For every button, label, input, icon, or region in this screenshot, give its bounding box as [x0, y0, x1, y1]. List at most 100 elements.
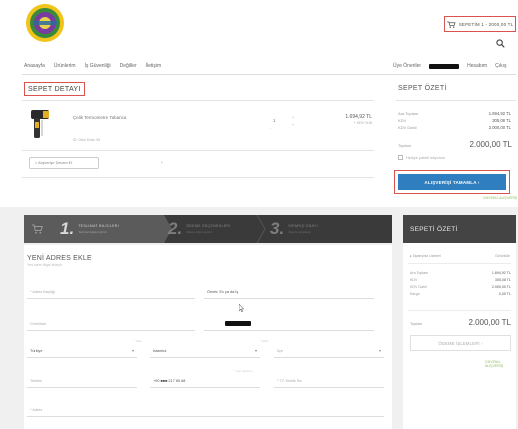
step-subtitle: Teslimat bilgileri giriniz [78, 230, 107, 234]
checkbox-box[interactable] [398, 155, 403, 160]
nav-item-home[interactable]: Anasayfa [24, 63, 45, 69]
quantity-stepper[interactable]: + + [290, 115, 296, 131]
step-confirm[interactable]: 3. SİPARİŞ ONAYI Sipariş onaylama [270, 215, 318, 243]
district-value: İlçe [277, 348, 283, 353]
checkout-steps: 1. TESLİMAT BİLGİLERİ Teslimat bilgileri… [24, 215, 392, 243]
product-image[interactable] [29, 108, 51, 142]
summary-row-value: 0,00 TL [498, 292, 511, 296]
nav-item-other[interactable]: Değiller [120, 63, 137, 69]
order-list-toggle[interactable]: ▸ Siparişiniz Listeleri Görüntüle [410, 254, 510, 258]
country-value: Türkiye [30, 348, 43, 353]
cursor-icon [239, 304, 244, 312]
country-mini-label: * Ülke [134, 339, 142, 343]
address-field[interactable]: * Adres [27, 403, 384, 417]
tc-id-field[interactable]: * TC Kimlik No [274, 374, 384, 388]
step-title: ÖDEME SEÇENEKLERİ [186, 224, 231, 228]
account-link[interactable]: Hesabım [467, 63, 487, 69]
phone-field[interactable]: Telefon [27, 374, 137, 388]
summary-row-value: 2.000,00 TL [488, 125, 511, 130]
product-code: ID: Ürün Kodu 95 [73, 138, 101, 142]
quantity-minus[interactable]: - [270, 125, 271, 130]
gift-wrap-checkbox[interactable]: Hediye paketi istiyorum [398, 155, 445, 160]
summary-row: KDV Dahil 2.000,00 TL [398, 125, 511, 130]
summary-row-label: KDV [410, 278, 418, 282]
summary-row-value: 1.694,92 TL [491, 271, 511, 275]
step-payment[interactable]: 2. ÖDEME SEÇENEKLERİ Ödeme tipini seçini… [168, 215, 231, 243]
summary-row: Ara Toplam 1.694,92 TL [398, 111, 511, 116]
checkout-page: 1. TESLİMAT BİLGİLERİ Teslimat bilgileri… [0, 207, 518, 429]
order-list-view-link[interactable]: Görüntüle [495, 254, 510, 258]
product-name[interactable]: Çelik Termometre Tabanca [73, 115, 126, 120]
quantity-value[interactable]: 1 [273, 118, 276, 123]
summary-row: KDV 305,08 TL [398, 118, 511, 123]
cart-button[interactable]: SEPETİM 1 - 2000,00 TL [444, 16, 516, 32]
nav-divider [22, 74, 516, 75]
form-subtitle: Yeni adres bilgisi ekleyin. [27, 263, 63, 267]
cart-divider [22, 100, 374, 101]
summary-row-value: 1.694,92 TL [488, 111, 511, 116]
summary-total-value: 2.000,00 TL [468, 318, 511, 327]
summary-row: Kargo 0,00 TL [410, 292, 511, 296]
continue-shopping-button[interactable]: < Alışverişe Devam Et [29, 157, 99, 169]
summary-row: Ara Toplam 1.694,92 TL [410, 271, 511, 275]
summary-row: KDV 305,08 TL [410, 278, 511, 282]
summary-divider [408, 310, 511, 311]
summary-divider [396, 100, 516, 101]
logo[interactable] [25, 3, 65, 43]
summary-row-label: Ara Toplam [410, 271, 429, 275]
step-delivery[interactable]: 1. TESLİMAT BİLGİLERİ Teslimat bilgileri… [60, 215, 119, 243]
country-select[interactable]: Türkiye ▾ [27, 344, 137, 358]
quantity-down[interactable]: + [290, 122, 296, 129]
step-number: 3. [270, 219, 285, 238]
nav-item-products[interactable]: Ürünlerim [54, 63, 76, 69]
shopping-cart-icon [32, 224, 43, 234]
secure-shopping-badge: GÜVENLİ ALIŞVERİŞ [485, 360, 504, 368]
redacted-username [429, 63, 460, 69]
summary-row-label: KDV [398, 118, 407, 123]
checkout-summary: SEPETİ ÖZETİ ▸ Siparişiniz Listeleri Gör… [403, 215, 516, 429]
summary-row-label: Ara Toplam [398, 111, 419, 116]
form-title: YENİ ADRES EKLE [27, 255, 92, 262]
user-nav: Üye Öneriler Hesabım Çıkış [393, 63, 506, 69]
summary-row-label: KDV Dahil [410, 285, 427, 289]
summary-total-value: 2.000,00 TL [469, 140, 512, 149]
district-select[interactable]: İlçe ▾ [274, 344, 384, 358]
summary-title: SEPET ÖZETİ [398, 85, 447, 92]
step-subtitle: Ödeme tipini seçiniz [186, 230, 213, 234]
address-title-value[interactable]: Örnek: Ev ya da İş [204, 285, 374, 299]
complete-purchase-button[interactable]: ALIŞVERİŞİ TAMAMLA › [398, 174, 506, 190]
product-price: 1.694,92 TL [345, 114, 372, 120]
cart-detail-title: SEPET DETAYI [24, 82, 85, 96]
summary-row: KDV Dahil 2.000,00 TL [410, 285, 511, 289]
product-kdv-note: + KDV %18 [353, 121, 372, 125]
summary-row-label: Kargo [410, 292, 420, 296]
step-separator [256, 215, 266, 243]
summary-row-value: 305,08 TL [492, 118, 511, 123]
address-title-field[interactable]: * Adres Başlığı [27, 285, 195, 299]
mobile-phone-field[interactable]: +90 ■■■ 217 65 68 [150, 374, 260, 388]
last-name-field[interactable] [204, 317, 374, 331]
logout-link[interactable]: Çıkış [495, 63, 506, 69]
quantity-up[interactable]: + [290, 115, 296, 122]
user-greeting: Üye Öneriler [393, 63, 422, 69]
first-name-field[interactable]: Cemilhan [27, 317, 195, 331]
chevron-down-icon: ▾ [378, 348, 381, 353]
cart-button-label: SEPETİM 1 - 2000,00 TL [458, 21, 514, 27]
summary-total-label: Toplam [398, 143, 411, 148]
cart-divider [22, 150, 374, 151]
city-select[interactable]: İstanbul ▾ [150, 344, 260, 358]
cart-divider [22, 177, 374, 178]
search-icon[interactable] [496, 39, 505, 48]
step-title: TESLİMAT BİLGİLERİ [78, 224, 120, 228]
nav-item-contact[interactable]: İletişim [146, 63, 162, 69]
payment-button[interactable]: ÖDEME İŞLEMLERİ › [410, 335, 511, 351]
summary-row-value: 305,08 TL [494, 278, 511, 282]
step-number: 1. [60, 219, 75, 238]
nav-item-safety[interactable]: İş Güvenliği [85, 63, 111, 69]
summary-total-label: Toplam [410, 322, 423, 326]
summary-row-label: KDV Dahil [398, 125, 417, 130]
cart-page-top: SEPETİM 1 - 2000,00 TL Anasayfa Ürünleri… [0, 0, 518, 200]
secure-shopping-badge: GÜVENLİ ALIŞVERİŞ [483, 196, 518, 200]
step-subtitle: Sipariş onaylama [288, 230, 311, 234]
redacted-lastname [225, 321, 251, 326]
